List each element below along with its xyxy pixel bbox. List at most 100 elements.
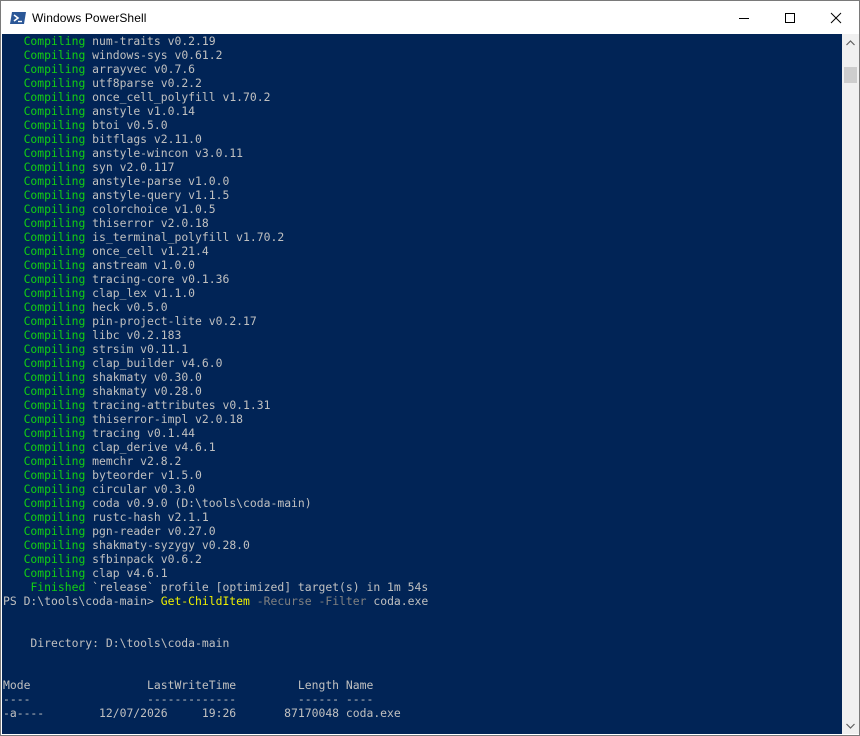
compiling-label: Compiling [23,244,86,258]
crate-name: colorchoice v1.0.5 [92,202,216,216]
compiling-label: Compiling [23,160,86,174]
compile-line: Compiling utf8parse v0.2.2 [3,76,428,90]
crate-name: anstyle-wincon v3.0.11 [92,146,244,160]
minimize-button[interactable] [721,1,767,34]
compiling-label: Compiling [23,412,86,426]
compiling-label: Compiling [23,496,86,510]
listing-underline: ---- ------------- ------ ---- [3,692,428,706]
command-param: -Filter [318,594,367,608]
compiling-label: Compiling [23,482,86,496]
compile-line: Compiling shakmaty-syzygy v0.28.0 [3,538,428,552]
compile-line: Compiling heck v0.5.0 [3,300,428,314]
close-button[interactable] [813,1,859,34]
maximize-button[interactable] [767,1,813,34]
compiling-label: Compiling [23,566,86,580]
maximize-icon [785,12,795,23]
compile-line: Compiling thiserror v2.0.18 [3,216,428,230]
compile-line: Compiling anstream v1.0.0 [3,258,428,272]
listing-row: -a---- 12/07/2026 19:26 87170048 coda.ex… [3,706,428,720]
compiling-label: Compiling [23,328,86,342]
compile-line: Compiling tracing-core v0.1.36 [3,272,428,286]
compile-line: Compiling num-traits v0.2.19 [3,34,428,48]
command-param: -Recurse [256,594,312,608]
compiling-label: Compiling [23,300,86,314]
compile-line: Compiling clap_builder v4.6.0 [3,356,428,370]
vertical-scrollbar[interactable] [842,34,859,734]
scrollbar-thumb[interactable] [844,67,857,83]
compiling-label: Compiling [23,524,86,538]
listing-row-text: -a---- 12/07/2026 19:26 87170048 coda.ex… [3,706,401,720]
crate-name: shakmaty v0.28.0 [92,384,202,398]
crate-name: clap_lex v1.1.0 [92,286,196,300]
compile-line: Compiling once_cell v1.21.4 [3,244,428,258]
command-argument: coda.exe [373,594,429,608]
compile-line: Compiling clap_lex v1.1.0 [3,286,428,300]
compiling-label: Compiling [23,510,86,524]
compiling-label: Compiling [23,62,86,76]
compiling-label: Compiling [23,202,86,216]
chevron-down-icon [846,723,855,729]
compile-line: Compiling windows-sys v0.61.2 [3,48,428,62]
crate-name: clap_derive v4.6.1 [92,440,216,454]
compiling-label: Compiling [23,76,86,90]
compiling-label: Compiling [23,454,86,468]
prompt-line: PS D:\tools\coda-main> Get-ChildItem -Re… [3,594,428,608]
compile-line: Compiling rustc-hash v2.1.1 [3,510,428,524]
compiling-label: Compiling [23,370,86,384]
compile-line: Compiling bitflags v2.11.0 [3,132,428,146]
compile-line: Compiling shakmaty v0.28.0 [3,384,428,398]
finished-label: Finished [30,580,86,594]
console-lines: Compiling num-traits v0.2.19 Compiling w… [3,34,428,720]
crate-name: once_cell v1.21.4 [92,244,209,258]
minimize-icon [739,17,749,19]
compiling-label: Compiling [23,468,86,482]
compiling-label: Compiling [23,188,86,202]
compile-line: Compiling tracing-attributes v0.1.31 [3,398,428,412]
compiling-label: Compiling [23,286,86,300]
directory-label: Directory: D:\tools\coda-main [3,636,230,650]
compiling-label: Compiling [23,132,86,146]
compile-line: Compiling tracing v0.1.44 [3,426,428,440]
title-bar[interactable]: Windows PowerShell [1,1,859,34]
compile-line: Compiling arrayvec v0.7.6 [3,62,428,76]
compiling-label: Compiling [23,230,86,244]
console-output[interactable]: Compiling num-traits v0.2.19 Compiling w… [2,34,842,734]
listing-header: Mode LastWriteTime Length Name [3,678,428,692]
crate-name: tracing-core v0.1.36 [92,272,230,286]
compile-line: Compiling circular v0.3.0 [3,482,428,496]
prompt-path: PS D:\tools\coda-main> [3,594,161,608]
compiling-label: Compiling [23,118,86,132]
crate-name: utf8parse v0.2.2 [92,76,202,90]
crate-name: circular v0.3.0 [92,482,196,496]
compile-line: Compiling anstyle-query v1.1.5 [3,188,428,202]
window-title: Windows PowerShell [32,10,147,25]
listing-header-text: Mode LastWriteTime Length Name [3,678,374,692]
compile-line: Compiling is_terminal_polyfill v1.70.2 [3,230,428,244]
crate-name: rustc-hash v2.1.1 [92,510,209,524]
compiling-label: Compiling [23,272,86,286]
compile-line: Compiling once_cell_polyfill v1.70.2 [3,90,428,104]
scroll-up-button[interactable] [842,34,859,51]
compiling-label: Compiling [23,384,86,398]
powershell-icon [10,11,26,24]
compile-line: Compiling btoi v0.5.0 [3,118,428,132]
crate-name: windows-sys v0.61.2 [92,48,223,62]
compile-line: Compiling colorchoice v1.0.5 [3,202,428,216]
compiling-label: Compiling [23,356,86,370]
compile-line: Compiling byteorder v1.5.0 [3,468,428,482]
crate-name: tracing v0.1.44 [92,426,196,440]
crate-name: shakmaty-syzygy v0.28.0 [92,538,250,552]
crate-name: anstyle-parse v1.0.0 [92,174,230,188]
chevron-up-icon [846,39,855,45]
scroll-down-button[interactable] [842,717,859,734]
compiling-label: Compiling [23,440,86,454]
crate-name: libc v0.2.183 [92,328,182,342]
crate-name: memchr v2.8.2 [92,454,182,468]
crate-name: tracing-attributes v0.1.31 [92,398,271,412]
crate-name: sfbinpack v0.6.2 [92,552,202,566]
compiling-label: Compiling [23,538,86,552]
compile-line: Compiling anstyle-wincon v3.0.11 [3,146,428,160]
